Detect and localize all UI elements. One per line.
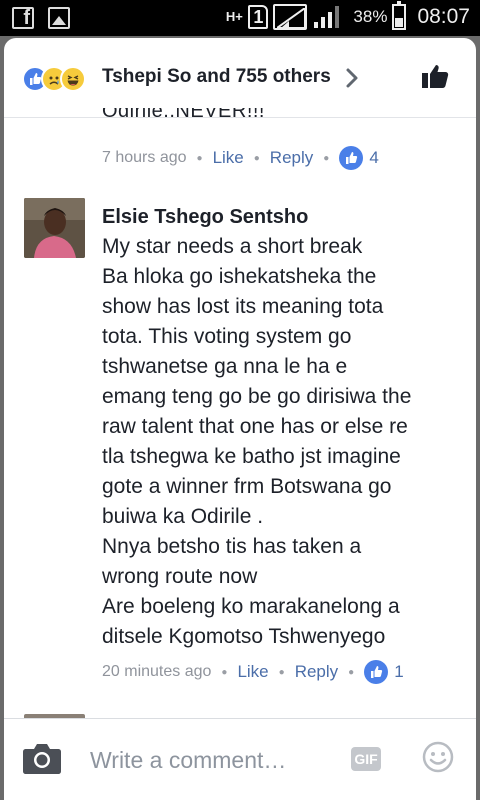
reactors-summary[interactable]: Tshepi So and 755 others xyxy=(102,66,331,88)
battery-icon xyxy=(392,1,407,30)
reply-link[interactable]: Reply xyxy=(295,662,338,682)
comment-input[interactable]: Write a comment… xyxy=(90,747,286,774)
facebook-notification-icon xyxy=(12,7,34,30)
network-type: H+ xyxy=(225,9,243,24)
comment-line: Are boeleng ko marakanelong a xyxy=(102,595,400,618)
separator-dot: ● xyxy=(221,666,228,678)
separator-dot: ● xyxy=(253,152,260,164)
previous-comment-text: Odirile..NEVER!!! xyxy=(102,108,265,122)
separator-dot: ● xyxy=(196,152,203,164)
comment-line: show has lost its meaning tota xyxy=(102,295,384,318)
separator-dot: ● xyxy=(323,152,330,164)
status-bar: H+ 1 38% 08:07 xyxy=(0,0,480,36)
camera-icon[interactable] xyxy=(22,741,62,775)
separator-dot: ● xyxy=(348,666,355,678)
like-count[interactable]: 4 xyxy=(369,148,378,168)
separator-dot: ● xyxy=(278,666,285,678)
comment-actions: 20 minutes ago ● Like ● Reply ● 1 xyxy=(102,660,404,684)
sticker-smiley-icon[interactable] xyxy=(422,741,454,773)
previous-comment-actions: 7 hours ago ● Like ● Reply ● 4 xyxy=(102,146,379,170)
comment-line: Ba hloka go ishekatsheka the xyxy=(102,265,377,288)
avatar[interactable] xyxy=(24,198,85,258)
comment-author[interactable]: Elsie Tshego Sentsho xyxy=(102,206,308,229)
like-link[interactable]: Like xyxy=(213,148,244,168)
comment-line: tla tshegwa ke batho jst imagine xyxy=(102,445,401,468)
comments-sheet: Tshepi So and 755 others Odirile..NEVER!… xyxy=(4,38,476,800)
image-notification-icon xyxy=(48,7,70,29)
reactions-header[interactable]: Tshepi So and 755 others xyxy=(4,38,476,118)
signal-strength-icon-2 xyxy=(312,4,346,30)
comment-line: wrong route now xyxy=(102,565,258,588)
comment-body: My star needs a short break Ba hloka go … xyxy=(102,232,462,652)
comment-line: Nnya betsho tis has taken a xyxy=(102,535,362,558)
comment-line: buiwa ka Odirile . xyxy=(102,505,264,528)
comment-line: My star needs a short break xyxy=(102,235,363,258)
like-count-icon[interactable] xyxy=(339,146,364,170)
battery-percent: 38% xyxy=(353,7,388,26)
reaction-icons xyxy=(22,66,86,92)
chevron-right-icon xyxy=(346,68,358,88)
comment-line: raw talent that one has or else re xyxy=(102,415,408,438)
haha-icon xyxy=(60,66,86,92)
like-link[interactable]: Like xyxy=(237,662,268,682)
comment-timestamp: 20 minutes ago xyxy=(102,663,212,680)
comment-line: ditsele Kgomotso Tshwenyego xyxy=(102,625,386,648)
clock: 08:07 xyxy=(417,5,470,28)
comment-timestamp: 7 hours ago xyxy=(102,149,187,166)
like-count-icon[interactable] xyxy=(364,660,389,684)
reply-link[interactable]: Reply xyxy=(270,148,313,168)
comment-line: emang teng go be go dirisiwa the xyxy=(102,385,412,408)
comment-composer: Write a comment… GIF xyxy=(4,718,476,800)
comment-line: tshwanetse ga nna le ha e xyxy=(102,355,348,378)
comment-line: gote a winner frm Botswana go xyxy=(102,475,392,498)
like-count[interactable]: 1 xyxy=(394,662,403,682)
signal-strength-icon xyxy=(273,4,308,30)
comment-line: tota. This voting system go xyxy=(102,325,352,348)
like-thumb-button[interactable] xyxy=(422,63,450,89)
sim-slot-indicator: 1 xyxy=(248,5,269,29)
gif-button[interactable]: GIF xyxy=(351,747,381,771)
